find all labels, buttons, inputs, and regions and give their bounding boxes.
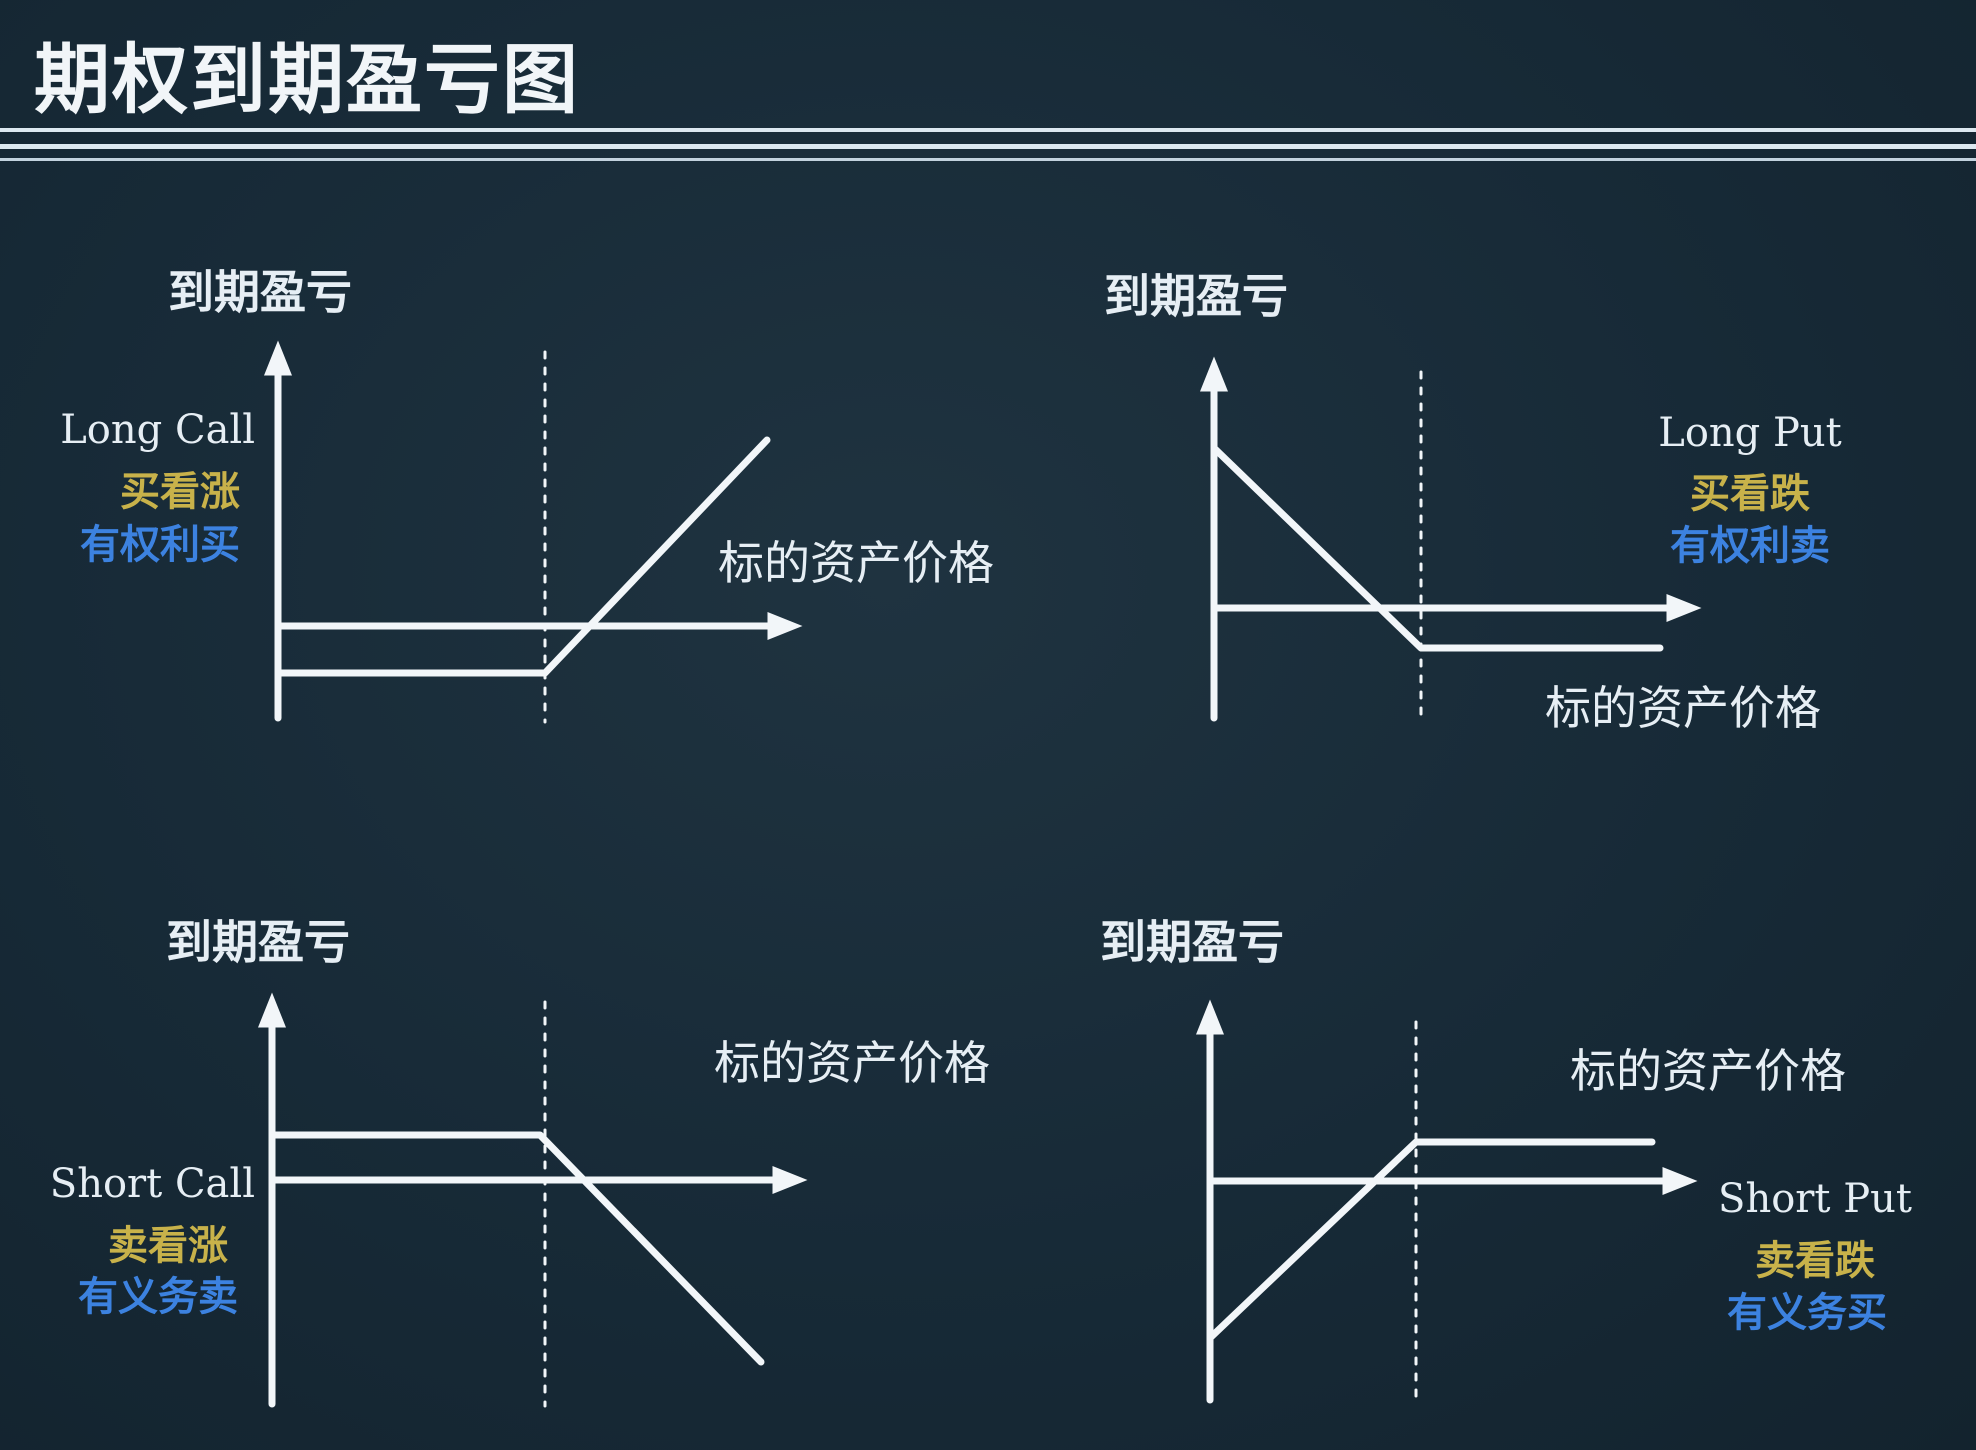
long-call-y-label: 到期盈亏 xyxy=(168,265,352,319)
long-call-chart xyxy=(264,340,803,724)
short-put-y-label: 到期盈亏 xyxy=(1100,915,1284,969)
long-put-name-zh: 买看跌 xyxy=(1690,471,1810,517)
long-call-name-zh: 买看涨 xyxy=(120,469,240,515)
long-call-desc: 有权利买 xyxy=(80,522,240,568)
short-put-name-en: Short Put xyxy=(1718,1176,1912,1222)
short-call-y-label: 到期盈亏 xyxy=(166,915,350,969)
short-call-name-zh: 卖看涨 xyxy=(108,1223,228,1269)
short-call-chart xyxy=(258,992,808,1408)
long-call-name-en: Long Call xyxy=(60,407,255,453)
long-put-desc: 有权利卖 xyxy=(1670,523,1830,569)
short-call-payoff-line xyxy=(268,1131,765,1366)
short-put-name-zh: 卖看跌 xyxy=(1755,1238,1875,1284)
short-call-name-en: Short Call xyxy=(49,1161,255,1207)
long-put-name-en: Long Put xyxy=(1658,410,1842,456)
long-put-payoff-line xyxy=(1210,444,1664,652)
long-put-y-label: 到期盈亏 xyxy=(1104,269,1288,323)
short-put-x-label: 标的资产价格 xyxy=(1570,1044,1846,1098)
short-put-payoff-line xyxy=(1206,1138,1656,1342)
short-call-desc: 有义务卖 xyxy=(78,1274,238,1320)
short-call-x-label: 标的资产价格 xyxy=(714,1036,990,1090)
long-put-x-label: 标的资产价格 xyxy=(1545,681,1821,735)
long-call-x-label: 标的资产价格 xyxy=(718,536,994,590)
short-put-desc: 有义务买 xyxy=(1727,1290,1887,1336)
long-call-payoff-line xyxy=(274,436,771,677)
long-put-chart xyxy=(1200,356,1702,724)
